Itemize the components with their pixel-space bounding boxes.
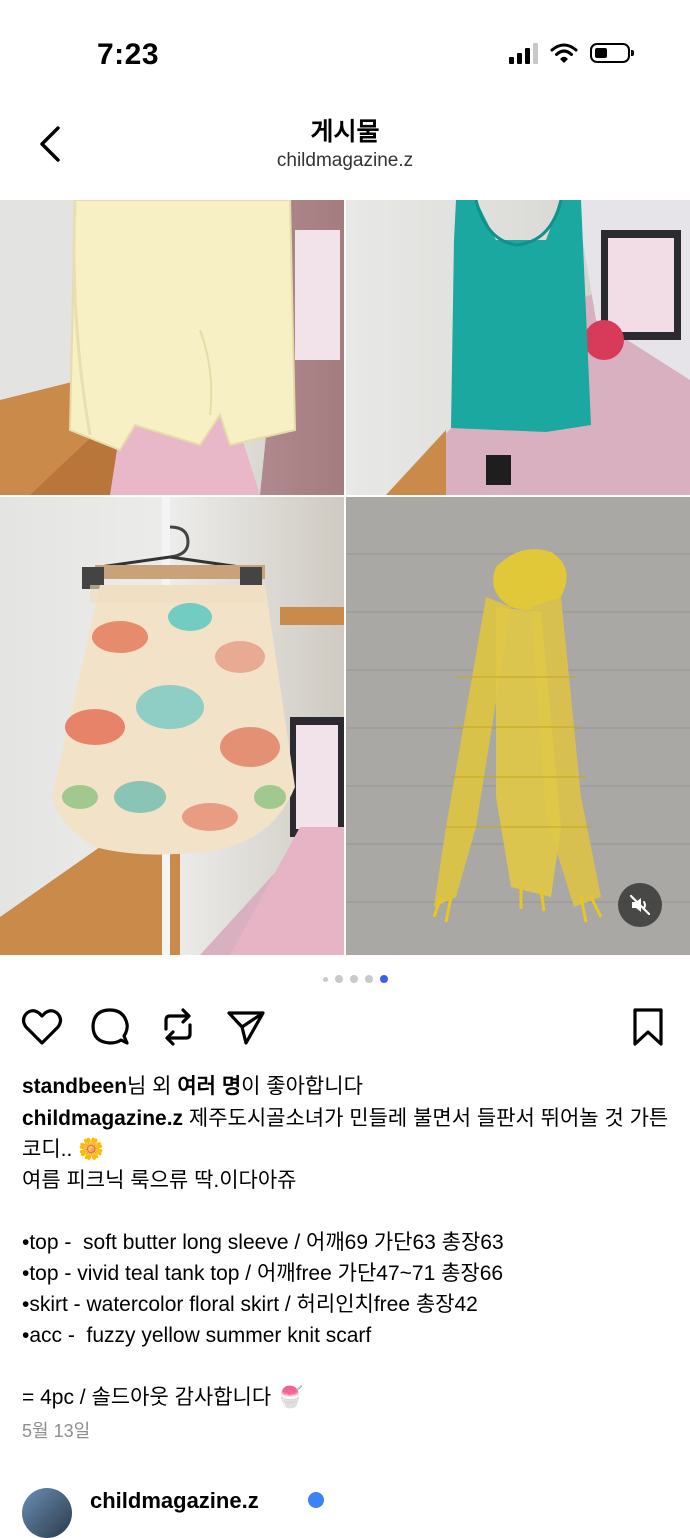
carousel-dot: [364, 975, 373, 983]
mute-button[interactable]: [618, 883, 662, 927]
next-post-username[interactable]: childmagazine.z: [90, 1488, 259, 1514]
comment-button[interactable]: [88, 1005, 132, 1049]
repost-button[interactable]: [156, 1005, 200, 1049]
like-button[interactable]: [20, 1005, 64, 1049]
status-time: 7:23: [97, 38, 160, 71]
carousel-dot: [349, 975, 358, 983]
caption-text: 제주도시골소녀가 민들레 불면서 들판서 뛰어놀 것 가튼 코디.. 🌼 여름 …: [22, 1107, 669, 1409]
wifi-icon: [550, 43, 578, 63]
page-title: 게시물: [310, 118, 380, 146]
likes-summary[interactable]: standbeen님 외 여러 명이 좋아합니다: [22, 1070, 363, 1100]
post-photo-collage[interactable]: [0, 200, 690, 955]
photo-butter-long-sleeve: [0, 200, 344, 495]
likes-others[interactable]: 여러 명: [177, 1075, 241, 1098]
photo-yellow-knit-scarf: [346, 497, 690, 955]
photo-teal-tank-top: [346, 200, 690, 495]
likes-text-mid: 님 외: [127, 1075, 178, 1098]
post-caption: childmagazine.z 제주도시골소녀가 민들레 불면서 들판서 뛰어놀…: [22, 1103, 672, 1413]
send-icon: [227, 1011, 265, 1045]
verified-badge-icon: [308, 1492, 324, 1508]
carousel-dot-active: [379, 975, 388, 983]
avatar[interactable]: [22, 1488, 72, 1538]
save-button[interactable]: [626, 1005, 670, 1049]
post-header: 게시물 childmagazine.z: [0, 100, 690, 198]
status-icons: [509, 42, 634, 64]
speaker-muted-icon: [629, 894, 651, 916]
caption-author[interactable]: childmagazine.z: [22, 1107, 183, 1130]
carousel-dot: [334, 975, 343, 983]
share-button[interactable]: [224, 1005, 268, 1049]
repost-icon: [164, 1008, 192, 1046]
likes-text-tail: 이 좋아합니다: [241, 1075, 363, 1098]
post-date: 5월 13일: [22, 1421, 91, 1441]
liker-username[interactable]: standbeen: [22, 1075, 127, 1098]
heart-icon: [21, 1009, 63, 1045]
comment-icon: [91, 1008, 129, 1045]
carousel-indicator: [0, 975, 690, 983]
signal-icon: [509, 42, 538, 64]
next-post-header[interactable]: childmagazine.z: [22, 1484, 682, 1538]
post-action-bar: [0, 1005, 690, 1051]
carousel-dot: [322, 976, 328, 982]
bookmark-icon: [633, 1008, 663, 1046]
battery-icon: [590, 43, 634, 63]
page-subtitle-username[interactable]: childmagazine.z: [0, 150, 690, 172]
status-bar: 7:23: [0, 0, 690, 100]
photo-floral-skirt: [0, 497, 344, 955]
